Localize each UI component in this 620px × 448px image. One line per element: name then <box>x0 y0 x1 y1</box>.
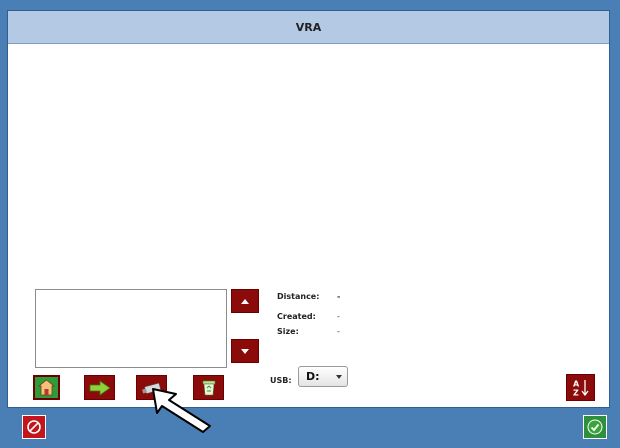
sort-az-icon: A Z <box>573 379 589 397</box>
created-label: Created: <box>277 312 316 321</box>
size-label: Size: <box>277 327 299 336</box>
home-button[interactable] <box>33 375 60 400</box>
down-arrow-icon <box>241 348 249 354</box>
pointer-arrow-icon <box>152 388 211 433</box>
window-title: VRA <box>8 11 609 44</box>
svg-text:Z: Z <box>573 388 579 397</box>
chevron-down-icon <box>336 375 342 379</box>
forward-arrow-icon <box>89 379 111 396</box>
cancel-icon <box>27 420 41 434</box>
cancel-button[interactable] <box>22 415 46 439</box>
ok-icon <box>587 419 603 435</box>
usb-drive-select[interactable]: D: <box>298 366 348 387</box>
main-window: VRA <box>7 10 610 408</box>
scroll-down-button[interactable] <box>231 339 259 363</box>
svg-text:A: A <box>573 379 580 388</box>
sort-button[interactable]: A Z <box>566 374 595 401</box>
distance-label: Distance: <box>277 292 320 301</box>
ok-button[interactable] <box>583 415 607 439</box>
home-icon <box>38 379 55 396</box>
file-list[interactable] <box>35 289 227 368</box>
distance-value: - <box>337 292 341 301</box>
next-button[interactable] <box>84 375 115 400</box>
scroll-up-button[interactable] <box>231 289 259 313</box>
up-arrow-icon <box>241 298 249 304</box>
created-value: - <box>337 312 340 321</box>
usb-label: USB: <box>270 376 292 385</box>
size-value: - <box>337 327 340 336</box>
usb-drive-value: D: <box>306 370 320 383</box>
